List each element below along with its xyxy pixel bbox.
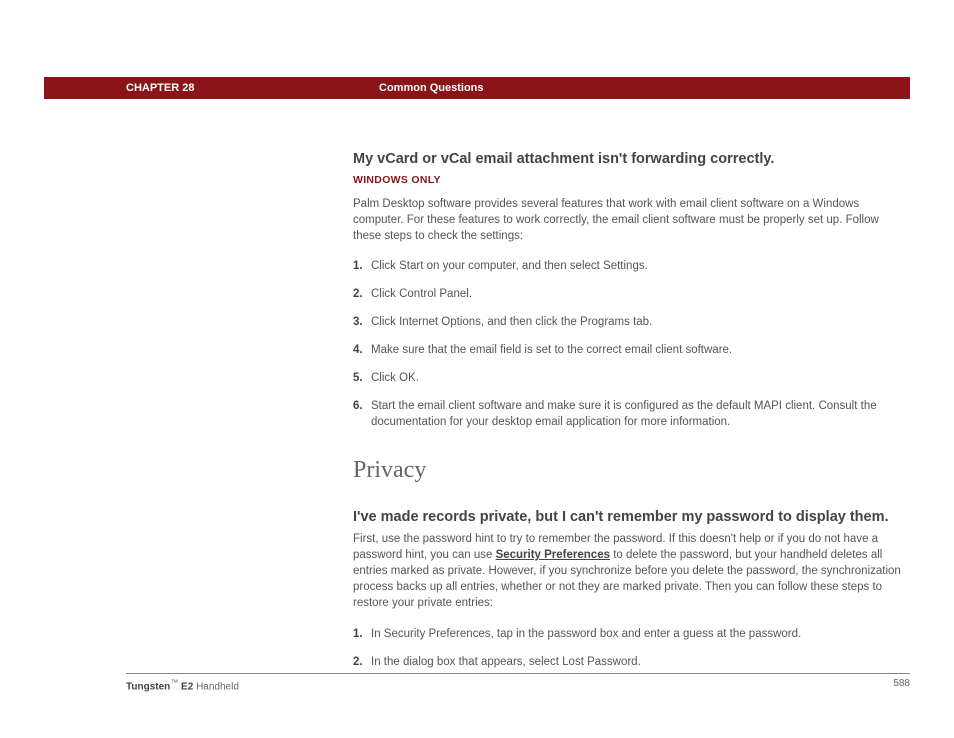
step-item: Start the email client software and make… bbox=[353, 398, 908, 430]
main-content: My vCard or vCal email attachment isn't … bbox=[353, 150, 908, 696]
step-item: In Security Preferences, tap in the pass… bbox=[353, 626, 908, 642]
platform-tag: WINDOWS ONLY bbox=[353, 174, 908, 186]
question-1-heading: My vCard or vCal email attachment isn't … bbox=[353, 150, 908, 170]
privacy-heading: Privacy bbox=[353, 457, 908, 484]
chapter-label: CHAPTER 28 bbox=[126, 82, 194, 94]
question-2-heading: I've made records private, but I can't r… bbox=[353, 508, 908, 528]
step-item: Click Start on your computer, and then s… bbox=[353, 258, 908, 274]
step-item: Make sure that the email field is set to… bbox=[353, 342, 908, 358]
step-item: Click Internet Options, and then click t… bbox=[353, 314, 908, 330]
product-model: E2 bbox=[178, 681, 196, 692]
step-item: Click OK. bbox=[353, 370, 908, 386]
question-1-intro: Palm Desktop software provides several f… bbox=[353, 196, 908, 244]
page-number: 588 bbox=[893, 678, 910, 692]
question-2-intro: First, use the password hint to try to r… bbox=[353, 531, 908, 611]
product-type: Handheld bbox=[196, 681, 239, 692]
step-item: Click Control Panel. bbox=[353, 286, 908, 302]
section-label: Common Questions bbox=[379, 82, 484, 94]
product-brand: Tungsten bbox=[126, 681, 170, 692]
chapter-header: CHAPTER 28 Common Questions bbox=[44, 77, 910, 99]
product-name: Tungsten™ E2 Handheld bbox=[126, 678, 239, 692]
question-2-steps: In Security Preferences, tap in the pass… bbox=[353, 626, 908, 670]
security-preferences-link[interactable]: Security Preferences bbox=[496, 549, 610, 561]
step-item: In the dialog box that appears, select L… bbox=[353, 654, 908, 670]
question-1-steps: Click Start on your computer, and then s… bbox=[353, 258, 908, 431]
page-footer: Tungsten™ E2 Handheld 588 bbox=[126, 673, 910, 692]
